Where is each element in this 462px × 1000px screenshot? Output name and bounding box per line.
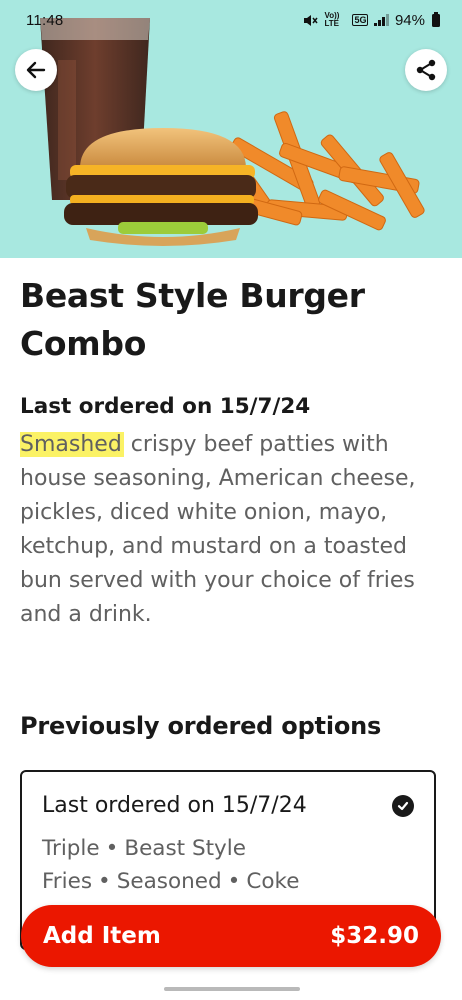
status-time: 11:48 <box>26 11 64 29</box>
option-item: Triple <box>42 836 100 861</box>
back-button[interactable] <box>15 49 57 91</box>
mute-icon <box>304 14 319 26</box>
product-title: Beast Style Burger Combo <box>20 276 365 363</box>
option-item: Seasoned <box>116 869 222 894</box>
share-button[interactable] <box>405 49 447 91</box>
share-icon <box>416 59 436 81</box>
item-separator: • <box>227 869 241 894</box>
product-details: Beast Style Burger Combo Last ordered on… <box>20 272 440 632</box>
option-date: Last ordered on 15/7/24 <box>42 793 307 818</box>
item-separator: • <box>105 836 119 861</box>
option-items: Triple • Beast Style Fries • Seasoned • Coke <box>42 832 402 898</box>
status-bar: 11:48 Vo)) LTE 5G 94% <box>0 0 462 40</box>
checkmark-icon <box>392 795 414 817</box>
volte-indicator: Vo)) LTE <box>324 11 340 28</box>
product-page: 11:48 Vo)) LTE 5G 94% Beast Style Burger… <box>0 0 462 1000</box>
product-description: Smashed crispy beef patties with house s… <box>20 428 438 632</box>
status-icons: Vo)) LTE 5G 94% <box>303 11 440 29</box>
previous-options-title: Previously ordered options <box>20 712 382 740</box>
description-text: crispy beef patties with house seasoning… <box>20 432 416 627</box>
option-card-header: Last ordered on 15/7/24 <box>42 790 414 822</box>
add-item-label: Add Item <box>43 923 161 949</box>
battery-percent: 94% <box>394 11 425 29</box>
highlighted-word: Smashed <box>20 432 124 457</box>
item-separator: • <box>98 869 111 894</box>
add-item-button[interactable]: Add Item $32.90 <box>21 905 441 967</box>
battery-icon <box>432 11 440 27</box>
item-price: $32.90 <box>330 923 419 949</box>
network-badge: 5G <box>352 14 369 26</box>
signal-icon <box>374 14 389 26</box>
arrow-left-icon <box>26 61 46 79</box>
last-ordered-date: Last ordered on 15/7/24 <box>20 394 311 419</box>
option-item: Coke <box>246 869 300 894</box>
home-indicator[interactable] <box>164 987 300 991</box>
